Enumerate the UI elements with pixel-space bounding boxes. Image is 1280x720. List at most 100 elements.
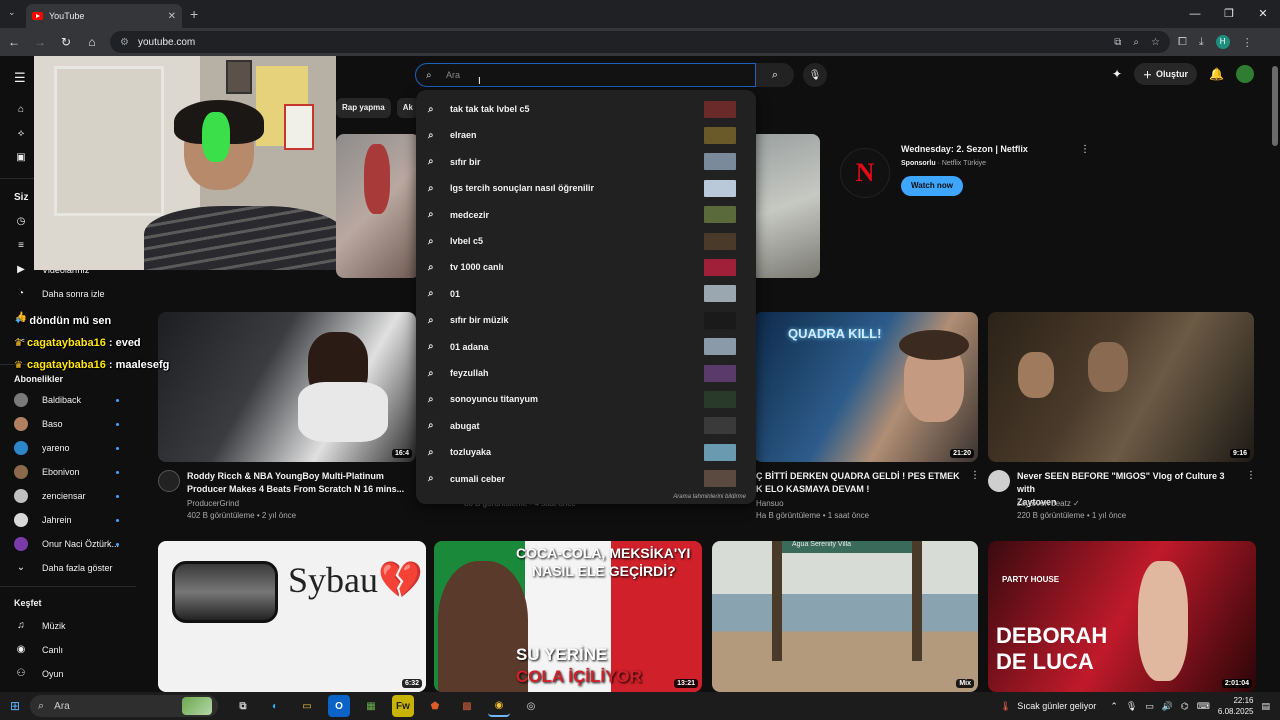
sidebar-subscription[interactable]: Baldiback: [14, 393, 81, 407]
account-avatar[interactable]: [1236, 65, 1254, 83]
search-input[interactable]: ⌕ Ara: [415, 63, 756, 87]
tab-youtube[interactable]: YouTube ✕: [26, 4, 182, 28]
sidebar-subscription[interactable]: Ebonivon: [14, 465, 80, 479]
zoom-icon[interactable]: ⌕: [1133, 37, 1139, 48]
sidebar-live[interactable]: ◉ Canlı: [14, 644, 63, 655]
network-icon[interactable]: ⌬: [1181, 701, 1189, 712]
video-thumbnail[interactable]: [336, 134, 420, 278]
windows-start-icon[interactable]: ⊞: [0, 699, 30, 713]
video-thumbnail[interactable]: [750, 134, 820, 278]
suggestion-item[interactable]: ⌕ cumali ceber: [416, 466, 756, 492]
video-thumbnail[interactable]: COCA-COLA, MEKSİKA'YI NASIL ELE GEÇİRDİ?…: [434, 541, 702, 692]
bookmark-star-icon[interactable]: ☆: [1151, 37, 1160, 48]
sidebar-subscription[interactable]: zenciensar: [14, 489, 86, 503]
suggestion-item[interactable]: ⌕ lvbel c5: [416, 228, 756, 254]
suggestion-item[interactable]: ⌕ sıfır bir: [416, 149, 756, 175]
suggestion-item[interactable]: ⌕ sonoyuncu titanyum: [416, 386, 756, 412]
suggestion-item[interactable]: ⌕ elraen: [416, 122, 756, 148]
display-tray-icon[interactable]: ▭: [1145, 701, 1154, 712]
address-bar[interactable]: ⚙ youtube.com ⧉ ⌕ ☆: [110, 31, 1170, 53]
ad-title[interactable]: Wednesday: 2. Sezon | Netflix: [901, 144, 1028, 154]
minimize-button[interactable]: —: [1178, 0, 1212, 28]
restore-button[interactable]: ❐: [1212, 0, 1246, 28]
file-explorer-icon[interactable]: ▭: [296, 695, 318, 717]
extensions-icon[interactable]: ⧠: [1178, 36, 1187, 49]
video-title[interactable]: Ç BİTTİ DERKEN QUADRA GELDİ ! PES ETMEK K…: [756, 470, 968, 496]
voice-search-button[interactable]: 🎙: [803, 63, 827, 87]
suggestion-item[interactable]: ⌕ 01 adana: [416, 334, 756, 360]
create-button[interactable]: ＋ Oluştur: [1134, 63, 1198, 85]
sidebar-subscription[interactable]: Jahrein: [14, 513, 72, 527]
clock[interactable]: 22:16 6.08.2025: [1218, 695, 1254, 717]
sidebar-subscription[interactable]: yareno: [14, 441, 70, 455]
notifications-bell-icon[interactable]: 🔔: [1209, 67, 1224, 81]
video-more-icon[interactable]: ⋮: [1246, 470, 1256, 481]
close-window-button[interactable]: ✕: [1246, 0, 1280, 28]
suggestion-item[interactable]: ⌕ abugat: [416, 413, 756, 439]
ad-more-icon[interactable]: ⋮: [1080, 144, 1090, 155]
suggestion-item[interactable]: ⌕ 01: [416, 281, 756, 307]
video-title[interactable]: Roddy Ricch & NBA YoungBoy Multi-Platinu…: [187, 470, 415, 496]
keyboard-icon[interactable]: ⌨: [1197, 701, 1210, 712]
taskbar-search[interactable]: ⌕ Ara: [30, 695, 218, 717]
grid-app-icon[interactable]: ▩: [456, 695, 478, 717]
notifications-icon[interactable]: ▤: [1261, 701, 1270, 712]
report-predictions-link[interactable]: Arama tahminlerini bildirme: [673, 494, 746, 500]
sidebar-music[interactable]: ♫ Müzik: [14, 620, 65, 631]
obs-icon[interactable]: ◎: [520, 695, 542, 717]
suggestion-item[interactable]: ⌕ tak tak tak lvbel c5: [416, 96, 756, 122]
microphone-tray-icon[interactable]: 🎙: [1126, 701, 1137, 712]
browser-menu-icon[interactable]: ⋮: [1242, 36, 1253, 49]
back-icon[interactable]: ←: [2, 35, 26, 49]
sidebar-subscription[interactable]: Baso: [14, 417, 63, 431]
shield-app-icon[interactable]: ⬟: [424, 695, 446, 717]
edge-icon[interactable]: ◐: [264, 695, 286, 717]
netflix-logo[interactable]: N: [840, 148, 890, 198]
sidebar-subscription[interactable]: Onur Naci Öztürk...: [14, 537, 119, 551]
watch-now-button[interactable]: Watch now: [901, 176, 963, 196]
reload-icon[interactable]: ↻: [54, 35, 78, 49]
sidebar-show-more[interactable]: ⌄ Daha fazla göster: [14, 562, 113, 573]
sidebar-gaming[interactable]: ⚇ Oyun: [14, 668, 64, 679]
download-icon[interactable]: ⤓: [1199, 36, 1204, 49]
close-tab-icon[interactable]: ✕: [168, 11, 176, 22]
video-more-icon[interactable]: ⋮: [970, 470, 980, 481]
channel-name[interactable]: zaytoven beatz ✓: [1017, 498, 1080, 510]
sidebar-watch-later[interactable]: ◔ Daha sonra izle: [14, 288, 105, 299]
weather-widget[interactable]: 🌡 Sıcak günler geliyor: [1000, 701, 1096, 712]
video-thumbnail[interactable]: QUADRA KILL! 21:20: [754, 312, 978, 462]
video-thumbnail[interactable]: 9:16: [988, 312, 1254, 462]
cast-icon[interactable]: ✦: [1112, 67, 1122, 81]
suggestion-item[interactable]: ⌕ sıfır bir müzik: [416, 307, 756, 333]
new-tab-button[interactable]: +: [190, 6, 198, 22]
search-button[interactable]: ⌕: [756, 63, 794, 87]
suggestion-item[interactable]: ⌕ lgs tercih sonuçları nasıl öğrenilir: [416, 175, 756, 201]
channel-avatar[interactable]: [988, 470, 1010, 492]
show-hidden-icons-icon[interactable]: ⌃: [1110, 701, 1118, 712]
page-scrollbar[interactable]: [1272, 66, 1278, 146]
chrome-icon[interactable]: ◉: [488, 695, 510, 717]
suggestion-item[interactable]: ⌕ tv 1000 canlı: [416, 254, 756, 280]
channel-name[interactable]: Hansuo: [756, 498, 784, 510]
app-grid-icon[interactable]: ▦: [360, 695, 382, 717]
suggestion-item[interactable]: ⌕ feyzullah: [416, 360, 756, 386]
task-view-icon[interactable]: ⧉: [232, 695, 254, 717]
site-info-icon[interactable]: ⚙: [120, 37, 132, 48]
profile-avatar[interactable]: H: [1215, 35, 1230, 49]
forward-icon[interactable]: →: [28, 35, 52, 49]
video-thumbnail[interactable]: PARTY HOUSE DEBORAH DE LUCA 2:01:04: [988, 541, 1256, 692]
volume-icon[interactable]: 🔊: [1162, 701, 1173, 712]
video-thumbnail[interactable]: Sybau💔 6:32: [158, 541, 426, 692]
sidebar-siz-heading[interactable]: Siz: [14, 192, 28, 203]
channel-avatar[interactable]: [158, 470, 180, 492]
suggestion-item[interactable]: ⌕ medcezir: [416, 202, 756, 228]
video-thumbnail[interactable]: Agua Serenity Villa Mix: [712, 541, 978, 692]
home-icon[interactable]: ⌂: [80, 35, 104, 49]
channel-name[interactable]: ProducerGrind: [187, 498, 239, 510]
chip-rap[interactable]: Rap yapma: [336, 98, 391, 118]
hamburger-menu-icon[interactable]: ☰: [14, 70, 26, 86]
outlook-icon[interactable]: O: [328, 695, 350, 717]
install-app-icon[interactable]: ⧉: [1114, 37, 1121, 48]
tab-search-icon[interactable]: ⌄: [8, 7, 16, 18]
suggestion-item[interactable]: ⌕ tozluyaka: [416, 439, 756, 465]
